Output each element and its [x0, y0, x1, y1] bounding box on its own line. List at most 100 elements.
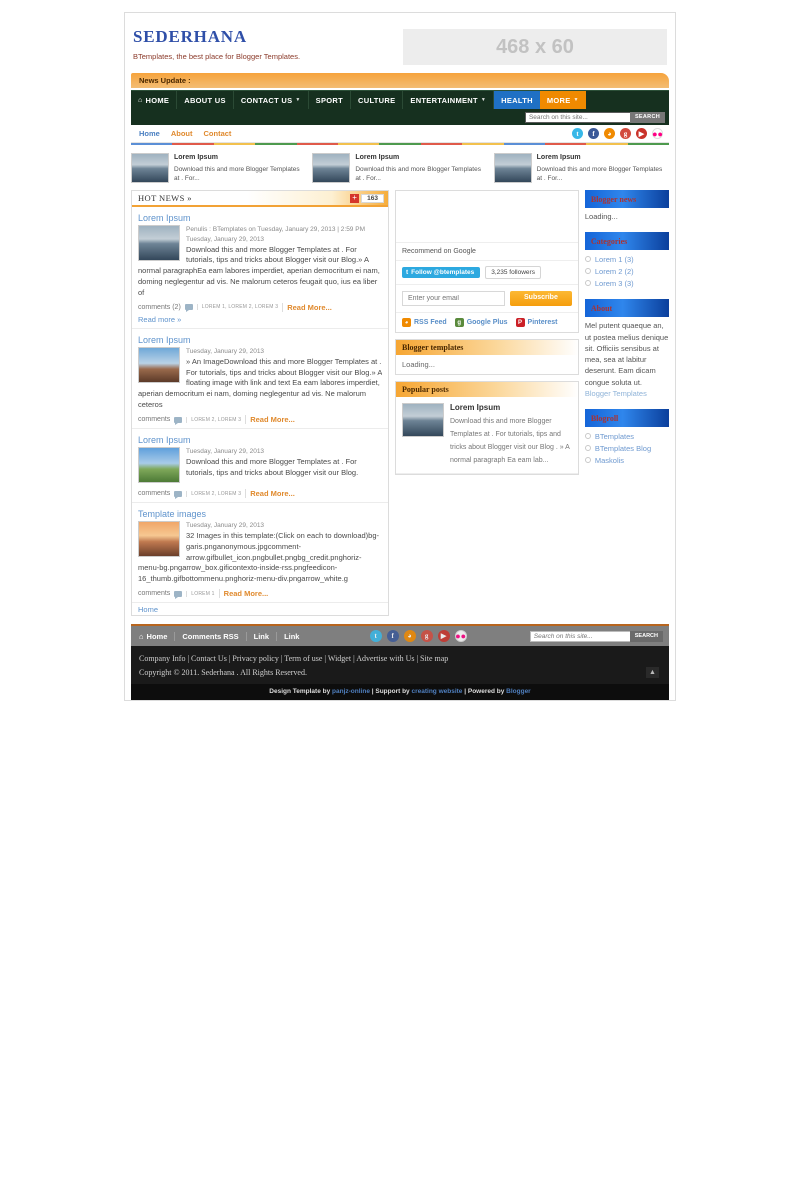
- footer-search-input[interactable]: [529, 630, 630, 642]
- footer-social-icons[interactable]: t f ◕ g ▶ ●●: [369, 630, 467, 643]
- footer-nav-link[interactable]: Link: [247, 631, 278, 641]
- about-link[interactable]: Blogger Templates: [585, 389, 647, 398]
- header-social-icons[interactable]: t f ◕ g ▶ ●●: [572, 128, 669, 139]
- post-title[interactable]: Lorem Ipsum: [138, 335, 382, 345]
- plus-icon[interactable]: +: [350, 193, 360, 203]
- post-thumbnail[interactable]: [138, 447, 180, 483]
- post-thumbnail[interactable]: [138, 521, 180, 557]
- subnav-link-contact[interactable]: Contact: [204, 129, 232, 138]
- flickr-icon[interactable]: ●●: [454, 630, 467, 643]
- blogroll-item[interactable]: BTemplates: [584, 430, 669, 442]
- blogger-templates-body: Loading...: [402, 360, 435, 369]
- subscribe-button[interactable]: Subscribe: [510, 291, 572, 306]
- featured-card[interactable]: Lorem Ipsum Download this and more Blogge…: [131, 153, 306, 184]
- post-tags[interactable]: LOREM 2, LOREM 3: [186, 490, 241, 497]
- twitter-follow-row: t Follow @btemplates 3,235 followers: [396, 261, 578, 285]
- nav-item-contact-us[interactable]: CONTACT US ▼: [234, 91, 309, 109]
- twitter-follow-button[interactable]: t Follow @btemplates: [402, 267, 481, 278]
- youtube-icon[interactable]: ▶: [636, 128, 647, 139]
- nav-item-label: HEALTH: [501, 95, 533, 105]
- facebook-icon[interactable]: f: [386, 630, 399, 643]
- nav-item-about-us[interactable]: ABOUT US: [177, 91, 234, 109]
- youtube-icon[interactable]: ▶: [437, 630, 450, 643]
- post-thumbnail[interactable]: [138, 346, 180, 383]
- featured-title[interactable]: Lorem Ipsum: [174, 153, 306, 164]
- post-tags[interactable]: LOREM 1: [186, 590, 214, 597]
- post-read-more-link[interactable]: Read more »: [138, 315, 382, 324]
- footer-nav-home[interactable]: ⌂ Home: [137, 631, 176, 641]
- blogroll-item[interactable]: BTemplates Blog: [584, 442, 669, 454]
- feed-link-pinterest[interactable]: P Pinterest: [515, 318, 558, 327]
- post-read-more[interactable]: Read More...: [245, 415, 295, 424]
- back-to-top-icon[interactable]: ▲: [646, 667, 659, 679]
- facebook-likebox[interactable]: [396, 191, 578, 243]
- featured-thumbnail: [131, 153, 169, 183]
- category-item[interactable]: Lorem 1 (3): [584, 253, 669, 265]
- flickr-icon[interactable]: ●●: [652, 128, 663, 139]
- post-title[interactable]: Lorem Ipsum: [138, 213, 382, 223]
- post-comments[interactable]: comments: [138, 416, 170, 423]
- rss-icon[interactable]: ◕: [403, 630, 416, 643]
- brand[interactable]: SEDERHANA BTemplates, the best place for…: [133, 27, 403, 61]
- nav-item-entertainment[interactable]: ENTERTAINMENT ▼: [403, 91, 495, 109]
- post-comments[interactable]: comments: [138, 490, 170, 497]
- post-read-more[interactable]: Read More...: [245, 489, 295, 498]
- featured-card[interactable]: Lorem Ipsum Download this and more Blogge…: [312, 153, 487, 184]
- featured-card[interactable]: Lorem Ipsum Download this and more Blogge…: [493, 153, 669, 184]
- main-home-link[interactable]: Home: [132, 597, 164, 622]
- secondary-nav-links[interactable]: Home About Contact: [131, 129, 231, 138]
- nav-item-sport[interactable]: SPORT: [309, 91, 352, 109]
- popular-post-item[interactable]: Lorem Ipsum Download this and more Blogg…: [396, 397, 578, 474]
- twitter-icon[interactable]: t: [369, 630, 382, 643]
- post-comments[interactable]: comments: [138, 590, 170, 597]
- page-wrapper: SEDERHANA BTemplates, the best place for…: [124, 0, 676, 702]
- post-read-more[interactable]: Read More...: [218, 589, 268, 599]
- ad-banner[interactable]: 468 x 60: [403, 29, 667, 65]
- post-read-more[interactable]: Read More...: [282, 302, 332, 312]
- nav-item-home[interactable]: ⌂ HOME: [131, 91, 178, 109]
- footer-search-button[interactable]: SEARCH: [629, 630, 663, 642]
- google-plus-icon[interactable]: g: [420, 630, 433, 643]
- credit-link-support[interactable]: creating website: [411, 688, 462, 695]
- feed-link-google-plus[interactable]: g Google Plus: [454, 318, 508, 327]
- nav-item-health[interactable]: HEALTH: [494, 91, 540, 109]
- category-item[interactable]: Lorem 2 (2): [584, 265, 669, 277]
- search-input[interactable]: [524, 111, 630, 123]
- post-thumbnail[interactable]: [138, 225, 180, 261]
- post-title[interactable]: Lorem Ipsum: [138, 435, 382, 445]
- post-tags[interactable]: LOREM 1, LOREM 2, LOREM 3: [196, 304, 278, 311]
- email-input[interactable]: [402, 291, 505, 306]
- subnav-link-about[interactable]: About: [171, 129, 193, 138]
- footer-nav-links[interactable]: ⌂ Home Comments RSS Link Link: [137, 631, 306, 641]
- credit-link-blogger[interactable]: Blogger: [506, 688, 531, 695]
- featured-title[interactable]: Lorem Ipsum: [537, 153, 669, 164]
- subnav-link-home[interactable]: Home: [139, 129, 160, 138]
- footer-nav-comments-rss[interactable]: Comments RSS: [175, 631, 247, 641]
- recommend-on-google[interactable]: Recommend on Google: [396, 243, 578, 261]
- post-tags[interactable]: LOREM 2, LOREM 3: [186, 416, 241, 423]
- twitter-icon[interactable]: t: [572, 128, 583, 139]
- post-comments[interactable]: comments (2): [138, 304, 181, 311]
- about-body: Mel putent quaeque an, ut postea melius …: [585, 320, 669, 399]
- category-item[interactable]: Lorem 3 (3): [584, 277, 669, 289]
- credit-link-designer[interactable]: panjz-online: [332, 688, 370, 695]
- feed-link-rss-feed[interactable]: ◕ RSS Feed: [402, 318, 447, 327]
- blogroll-item[interactable]: Maskolis: [584, 454, 669, 466]
- footer-nav-link[interactable]: Link: [277, 632, 306, 641]
- color-stripe: [131, 143, 670, 145]
- popular-post-title[interactable]: Lorem Ipsum: [450, 403, 572, 412]
- post-title[interactable]: Template images: [138, 509, 382, 519]
- featured-title[interactable]: Lorem Ipsum: [355, 153, 487, 164]
- main-navigation[interactable]: ⌂ HOME ABOUT US CONTACT US ▼ SPORT CULTURE ENTE…: [131, 90, 669, 109]
- hot-news-counter[interactable]: + 163: [350, 193, 384, 203]
- nav-item-culture[interactable]: CULTURE: [351, 91, 404, 109]
- search-button[interactable]: SEARCH: [629, 111, 665, 123]
- footer-search[interactable]: SEARCH: [529, 630, 663, 642]
- facebook-icon[interactable]: f: [588, 128, 599, 139]
- nav-item-more[interactable]: MORE ▼: [539, 91, 586, 109]
- feed-links[interactable]: ◕ RSS Feed g Google Plus P Pinterest: [396, 313, 578, 332]
- footer-links-line[interactable]: Company Info | Contact Us | Privacy poli…: [139, 652, 661, 666]
- google-plus-icon[interactable]: g: [620, 128, 631, 139]
- nav-search[interactable]: SEARCH: [524, 111, 665, 123]
- rss-icon[interactable]: ◕: [604, 128, 615, 139]
